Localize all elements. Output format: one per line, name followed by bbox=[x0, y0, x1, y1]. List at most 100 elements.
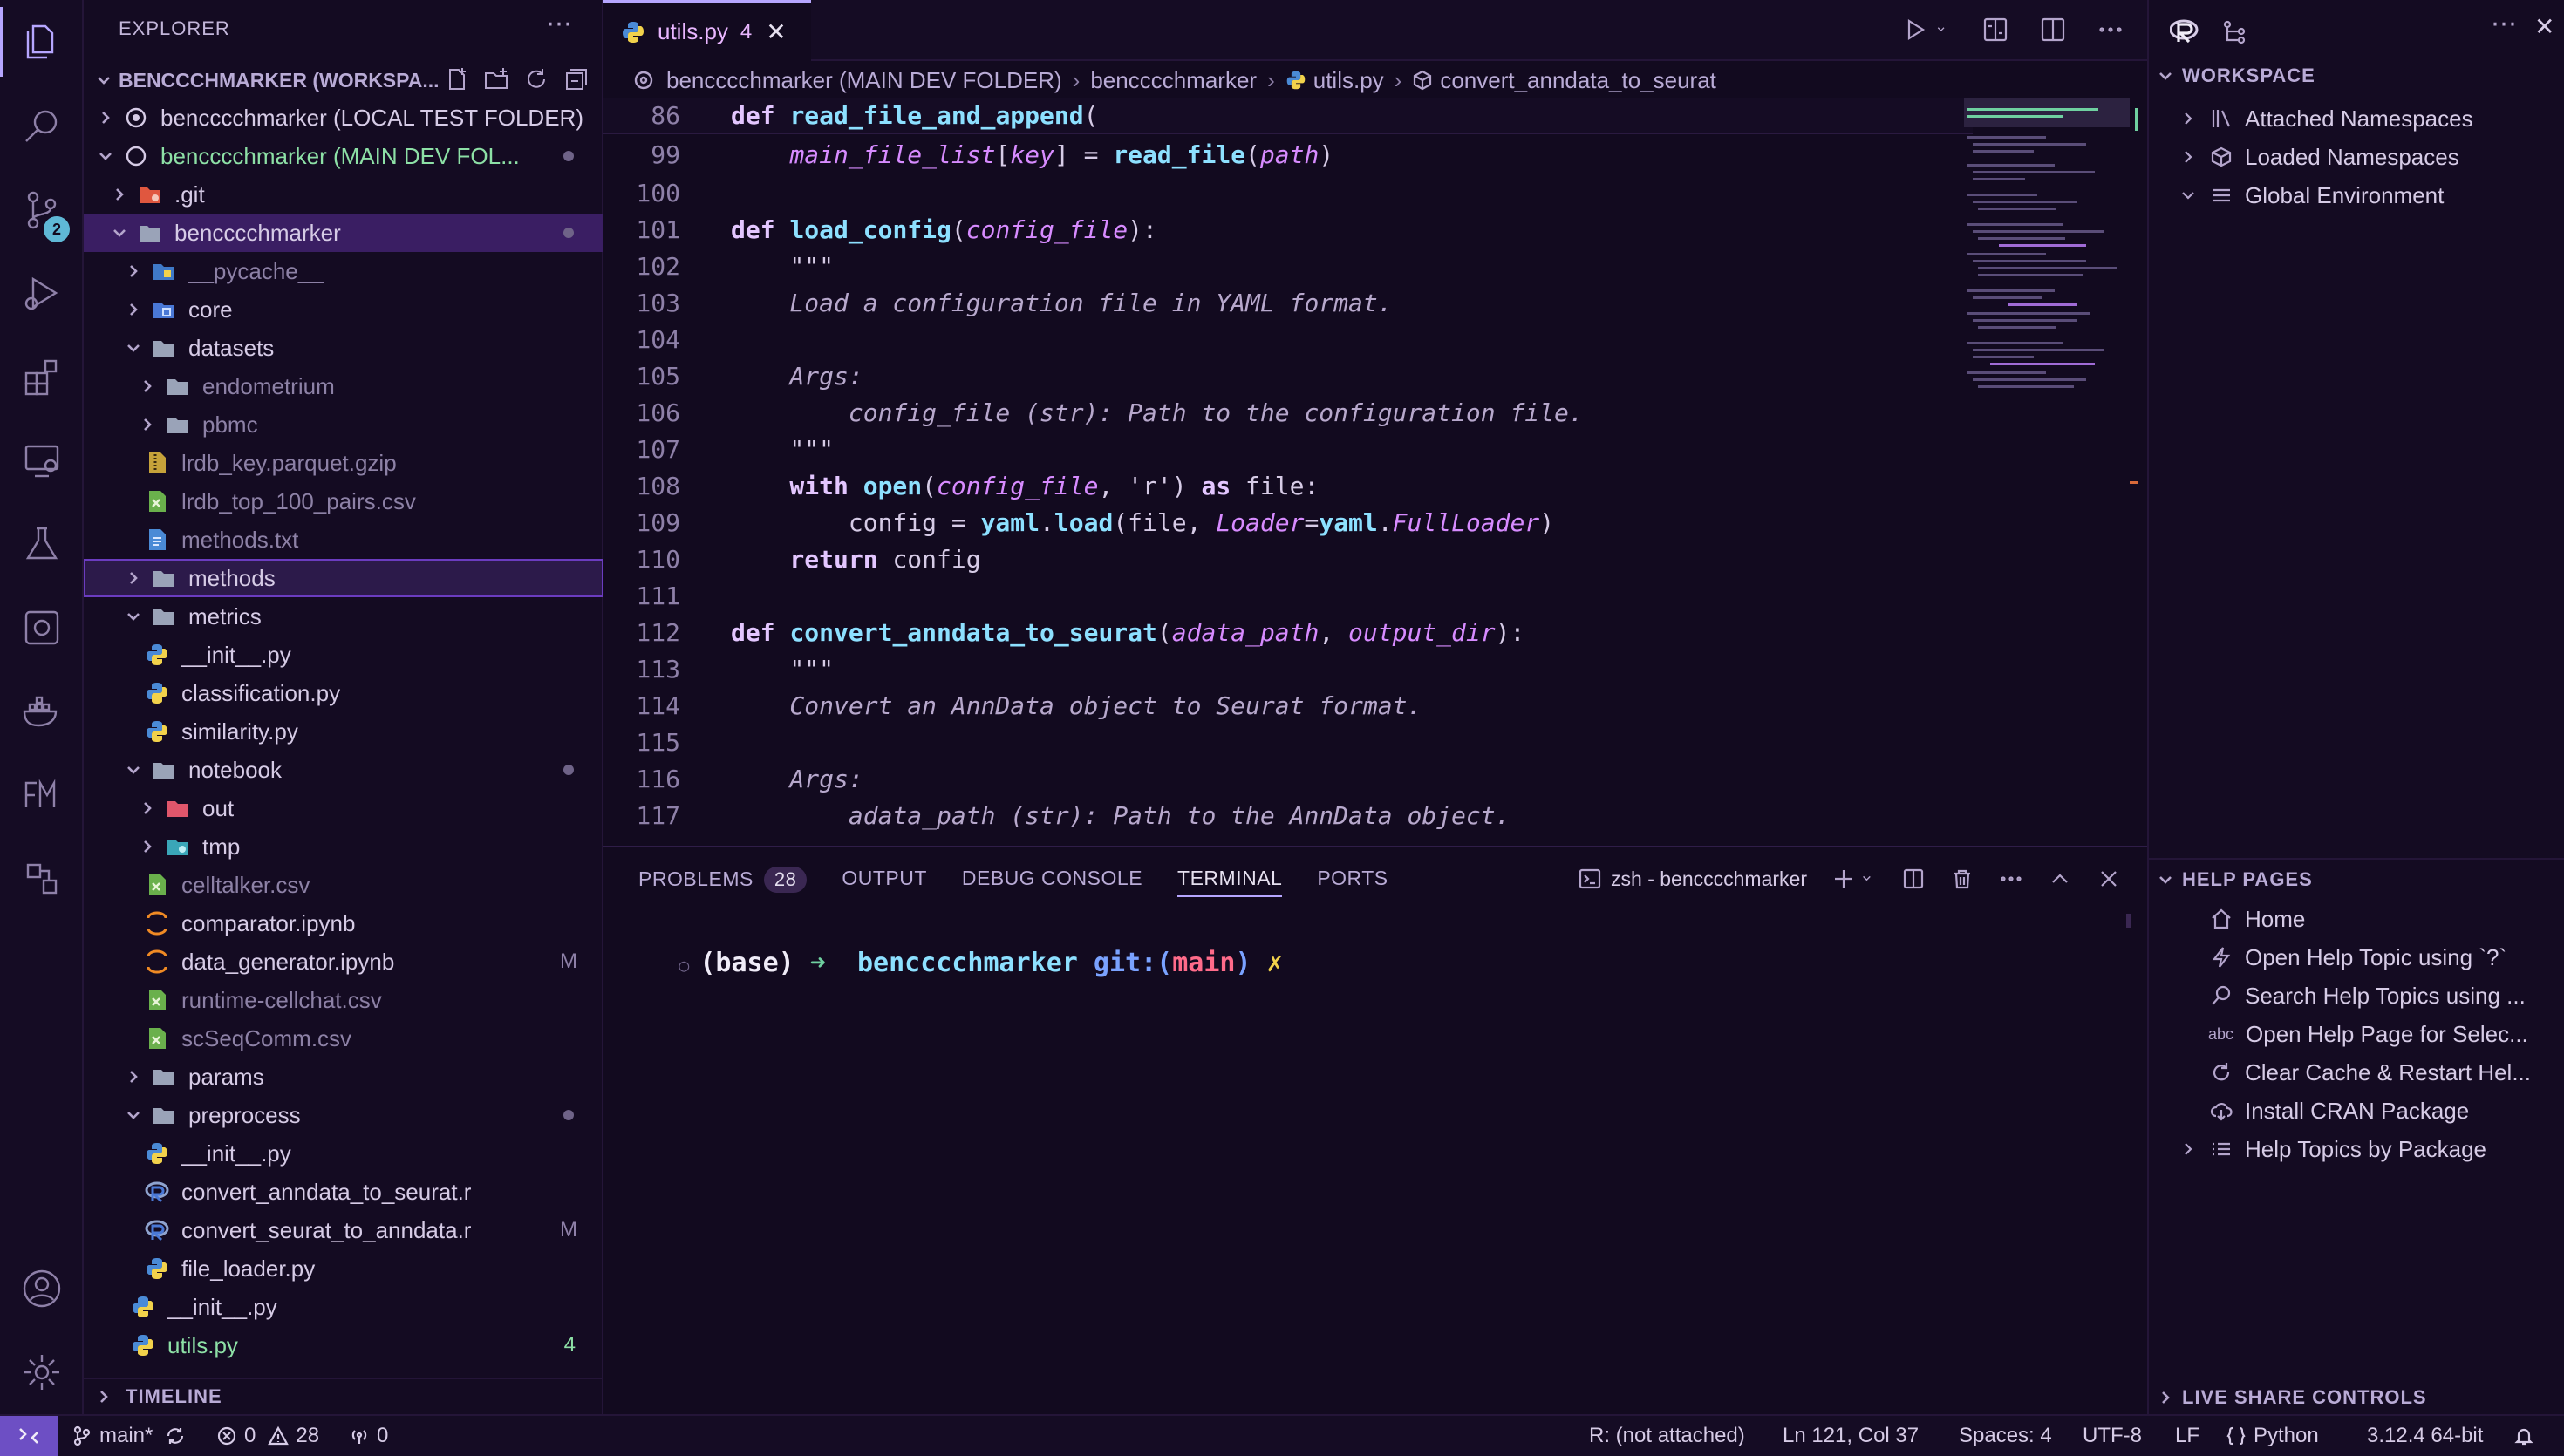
cursor-position[interactable]: Ln 121, Col 37 bbox=[1783, 1416, 1919, 1456]
docker-icon[interactable] bbox=[0, 670, 84, 753]
tab-debug-console[interactable]: DEBUG CONSOLE bbox=[962, 867, 1142, 897]
code-line[interactable]: 108 with open(config_file, 'r') as file: bbox=[603, 467, 1973, 504]
help-search-topics-item[interactable]: Search Help Topics using ... bbox=[2149, 976, 2564, 1015]
code-line[interactable]: 107 """ bbox=[603, 431, 1973, 467]
tree-file[interactable]: celltalker.csv bbox=[84, 866, 603, 904]
right-panel-close-icon[interactable]: ✕ bbox=[2534, 12, 2554, 41]
tab-ports[interactable]: PORTS bbox=[1317, 867, 1388, 897]
tree-file[interactable]: lrdb_top_100_pairs.csv bbox=[84, 482, 603, 520]
terminal-scrollbar[interactable] bbox=[2126, 914, 2131, 928]
editor-more-icon[interactable] bbox=[2097, 16, 2124, 44]
tree-file[interactable]: classification.py bbox=[84, 674, 603, 712]
tree-file[interactable]: __init__.py bbox=[84, 1134, 603, 1173]
help-open-topic-item[interactable]: Open Help Topic using `?` bbox=[2149, 938, 2564, 976]
language-mode[interactable]: Python bbox=[2226, 1416, 2319, 1456]
code-line[interactable]: 111 bbox=[603, 577, 1973, 614]
breadcrumb-item-folder[interactable]: bencccchmarker bbox=[1090, 67, 1257, 94]
tree-file[interactable]: __init__.py bbox=[84, 636, 603, 674]
tab-output[interactable]: OUTPUT bbox=[842, 867, 927, 897]
python-interpreter[interactable]: 3.12.4 64-bit bbox=[2367, 1416, 2483, 1456]
sticky-scroll-line[interactable]: 86 def read_file_and_append( bbox=[603, 98, 1973, 134]
tree-folder[interactable]: bencccchmarker bbox=[84, 214, 603, 252]
code-line[interactable]: 102 """ bbox=[603, 248, 1973, 284]
tree-file[interactable]: convert_seurat_to_anndata.r M bbox=[84, 1211, 603, 1249]
source-control-icon[interactable]: 2 bbox=[0, 167, 84, 251]
notifications-bell-icon[interactable] bbox=[2513, 1416, 2541, 1456]
tree-file[interactable]: __init__.py bbox=[84, 1288, 603, 1326]
outline-tree-icon[interactable] bbox=[2220, 17, 2248, 45]
tree-folder[interactable]: pbmc bbox=[84, 405, 603, 444]
tree-file[interactable]: methods.txt bbox=[84, 520, 603, 559]
terminal-dropdown-chevron-icon[interactable] bbox=[1861, 867, 1877, 891]
tree-file[interactable]: utils.py 4 bbox=[84, 1326, 603, 1364]
live-share-section-header[interactable]: LIVE SHARE CONTROLS bbox=[2158, 1386, 2427, 1409]
run-debug-icon[interactable] bbox=[0, 251, 84, 335]
remote-indicator[interactable] bbox=[0, 1416, 58, 1456]
problems-status[interactable]: 0 28 bbox=[216, 1416, 319, 1456]
testing-icon[interactable] bbox=[0, 502, 84, 586]
encoding-status[interactable]: UTF-8 bbox=[2083, 1416, 2142, 1456]
global-environment-item[interactable]: Global Environment bbox=[2149, 176, 2564, 214]
code-line[interactable]: 104 bbox=[603, 321, 1973, 357]
refresh-icon[interactable] bbox=[523, 66, 549, 92]
minimap[interactable] bbox=[1964, 98, 2138, 534]
tree-folder[interactable]: __pycache__ bbox=[84, 252, 603, 290]
tree-folder[interactable]: methods bbox=[84, 559, 603, 597]
breadcrumb-item-file[interactable]: utils.py bbox=[1313, 67, 1384, 94]
tab-close-icon[interactable]: ✕ bbox=[766, 17, 786, 46]
r-logo-icon[interactable] bbox=[2170, 17, 2199, 44]
new-file-icon[interactable] bbox=[443, 66, 469, 92]
tab-problems[interactable]: PROBLEMS 28 bbox=[638, 867, 808, 897]
tree-folder[interactable]: core bbox=[84, 290, 603, 329]
fm-icon[interactable] bbox=[0, 753, 84, 837]
extensions-icon[interactable] bbox=[0, 335, 84, 418]
tree-file[interactable]: runtime-cellchat.csv bbox=[84, 981, 603, 1019]
code-line[interactable]: 109 config = yaml. load (file, Loader = yaml… bbox=[603, 504, 1973, 541]
code-line[interactable]: 99 main_file_list[key] = read_file(path) bbox=[603, 134, 1973, 174]
code-editor[interactable]: 86 def read_file_and_append(99 main_file_… bbox=[603, 98, 1973, 833]
tree-folder[interactable]: bencccchmarker (MAIN DEV FOL... bbox=[84, 137, 603, 175]
tree-folder[interactable]: datasets bbox=[84, 329, 603, 367]
search-icon[interactable] bbox=[0, 84, 84, 167]
help-install-cran-item[interactable]: Install CRAN Package bbox=[2149, 1092, 2564, 1130]
code-line[interactable]: 110 return config bbox=[603, 541, 1973, 577]
code-line[interactable]: 113 """ bbox=[603, 650, 1973, 687]
tree-folder[interactable]: endometrium bbox=[84, 367, 603, 405]
run-file-icon[interactable] bbox=[1901, 16, 1929, 44]
panel-more-icon[interactable] bbox=[1999, 867, 2023, 891]
tree-folder[interactable]: tmp bbox=[84, 827, 603, 866]
sync-icon[interactable] bbox=[165, 1425, 186, 1446]
attached-namespaces-item[interactable]: Attached Namespaces bbox=[2149, 99, 2564, 138]
remote-explorer-icon[interactable] bbox=[0, 418, 84, 502]
indentation-status[interactable]: Spaces: 4 bbox=[1959, 1416, 2052, 1456]
code-line[interactable]: 106 config_file (str): Path to the confi… bbox=[603, 394, 1973, 431]
tree-file[interactable]: file_loader.py bbox=[84, 1249, 603, 1288]
new-terminal-plus-icon[interactable] bbox=[1831, 867, 1856, 891]
help-clear-cache-item[interactable]: Clear Cache & Restart Hel... bbox=[2149, 1053, 2564, 1092]
timeline-section[interactable]: TIMELINE bbox=[84, 1378, 603, 1414]
ports-status[interactable]: 0 bbox=[349, 1416, 388, 1456]
terminal-output[interactable]: ○ (base) ➜ bencccchmarker git:(main) ✗ bbox=[616, 917, 1282, 1009]
right-panel-more-icon[interactable]: ⋯ bbox=[2491, 9, 2519, 39]
tree-folder[interactable]: out bbox=[84, 789, 603, 827]
help-home-item[interactable]: Home bbox=[2149, 900, 2564, 938]
tree-file[interactable]: lrdb_key.parquet.gzip bbox=[84, 444, 603, 482]
collapse-all-icon[interactable] bbox=[563, 66, 590, 92]
tree-folder[interactable]: metrics bbox=[84, 597, 603, 636]
git-branch-status[interactable]: main* bbox=[72, 1416, 193, 1456]
code-line[interactable]: 105 Args: bbox=[603, 357, 1973, 394]
tab-utils-py[interactable]: utils.py 4 ✕ bbox=[603, 0, 811, 61]
code-line[interactable]: 114 Convert an AnnData object to Seurat … bbox=[603, 687, 1973, 724]
account-icon[interactable] bbox=[0, 1247, 84, 1330]
help-open-page-item[interactable]: abc Open Help Page for Selec... bbox=[2149, 1015, 2564, 1053]
code-line[interactable]: 100 bbox=[603, 174, 1973, 211]
run-dropdown-chevron-icon[interactable] bbox=[1936, 16, 1952, 44]
tree-file[interactable]: scSeqComm.csv bbox=[84, 1019, 603, 1058]
new-folder-icon[interactable] bbox=[483, 66, 509, 92]
copilot-icon[interactable] bbox=[0, 586, 84, 670]
close-panel-icon[interactable] bbox=[2097, 867, 2121, 891]
code-line[interactable]: 116 Args: bbox=[603, 760, 1973, 797]
code-line[interactable]: 115 bbox=[603, 724, 1973, 760]
help-topics-by-package-item[interactable]: Help Topics by Package bbox=[2149, 1130, 2564, 1168]
help-pages-section-header[interactable]: HELP PAGES bbox=[2158, 868, 2313, 891]
